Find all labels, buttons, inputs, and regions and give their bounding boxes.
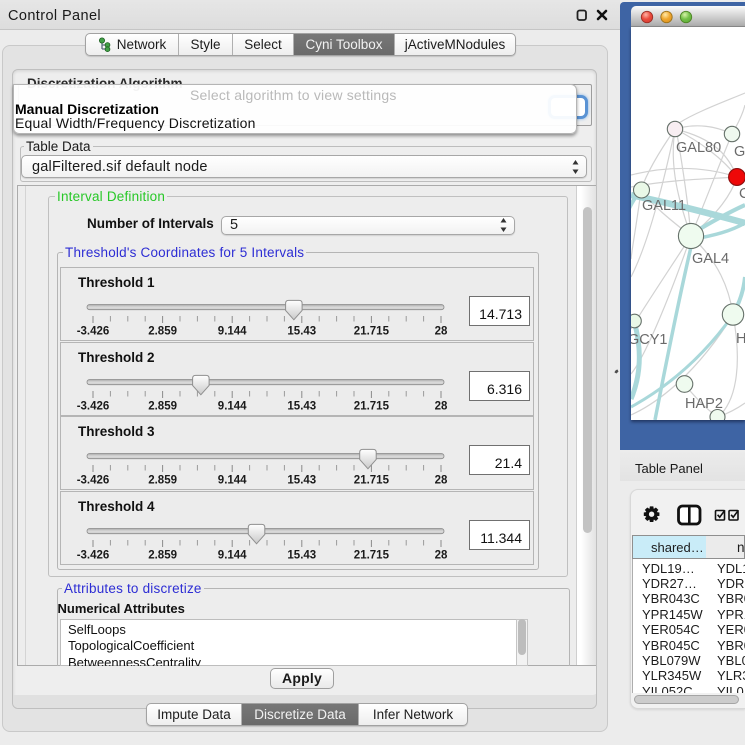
svg-text:C: C [739, 186, 745, 202]
svg-text:-3.426: -3.426 [77, 401, 110, 413]
svg-text:15.43: 15.43 [287, 475, 316, 487]
svg-text:-3.426: -3.426 [77, 326, 110, 338]
svg-text:GCY1: GCY1 [631, 332, 668, 348]
svg-text:-3.426: -3.426 [77, 550, 110, 562]
svg-text:2.859: 2.859 [148, 550, 177, 562]
svg-text:28: 28 [435, 475, 448, 487]
svg-text:21.715: 21.715 [354, 475, 390, 487]
svg-text:-3.426: -3.426 [77, 475, 110, 487]
svg-text:2.859: 2.859 [148, 475, 177, 487]
svg-text:28: 28 [435, 401, 448, 413]
svg-text:9.144: 9.144 [218, 401, 247, 413]
svg-text:21.715: 21.715 [354, 326, 390, 338]
svg-text:H: H [736, 331, 745, 347]
svg-text:21.715: 21.715 [354, 401, 390, 413]
svg-text:15.43: 15.43 [287, 401, 316, 413]
svg-text:21.715: 21.715 [354, 550, 390, 562]
svg-text:15.43: 15.43 [287, 326, 316, 338]
svg-text:GAL4: GAL4 [692, 251, 729, 267]
svg-text:2.859: 2.859 [148, 401, 177, 413]
svg-text:15.43: 15.43 [287, 550, 316, 562]
svg-text:HAP2: HAP2 [685, 396, 723, 412]
svg-text:GAL11: GAL11 [642, 198, 686, 214]
svg-text:2.859: 2.859 [148, 326, 177, 338]
svg-text:GA: GA [734, 144, 745, 160]
svg-text:9.144: 9.144 [218, 475, 247, 487]
svg-text:28: 28 [435, 326, 448, 338]
svg-text:9.144: 9.144 [218, 550, 247, 562]
svg-text:28: 28 [435, 550, 448, 562]
svg-text:9.144: 9.144 [218, 326, 247, 338]
svg-text:GAL80: GAL80 [676, 140, 721, 156]
